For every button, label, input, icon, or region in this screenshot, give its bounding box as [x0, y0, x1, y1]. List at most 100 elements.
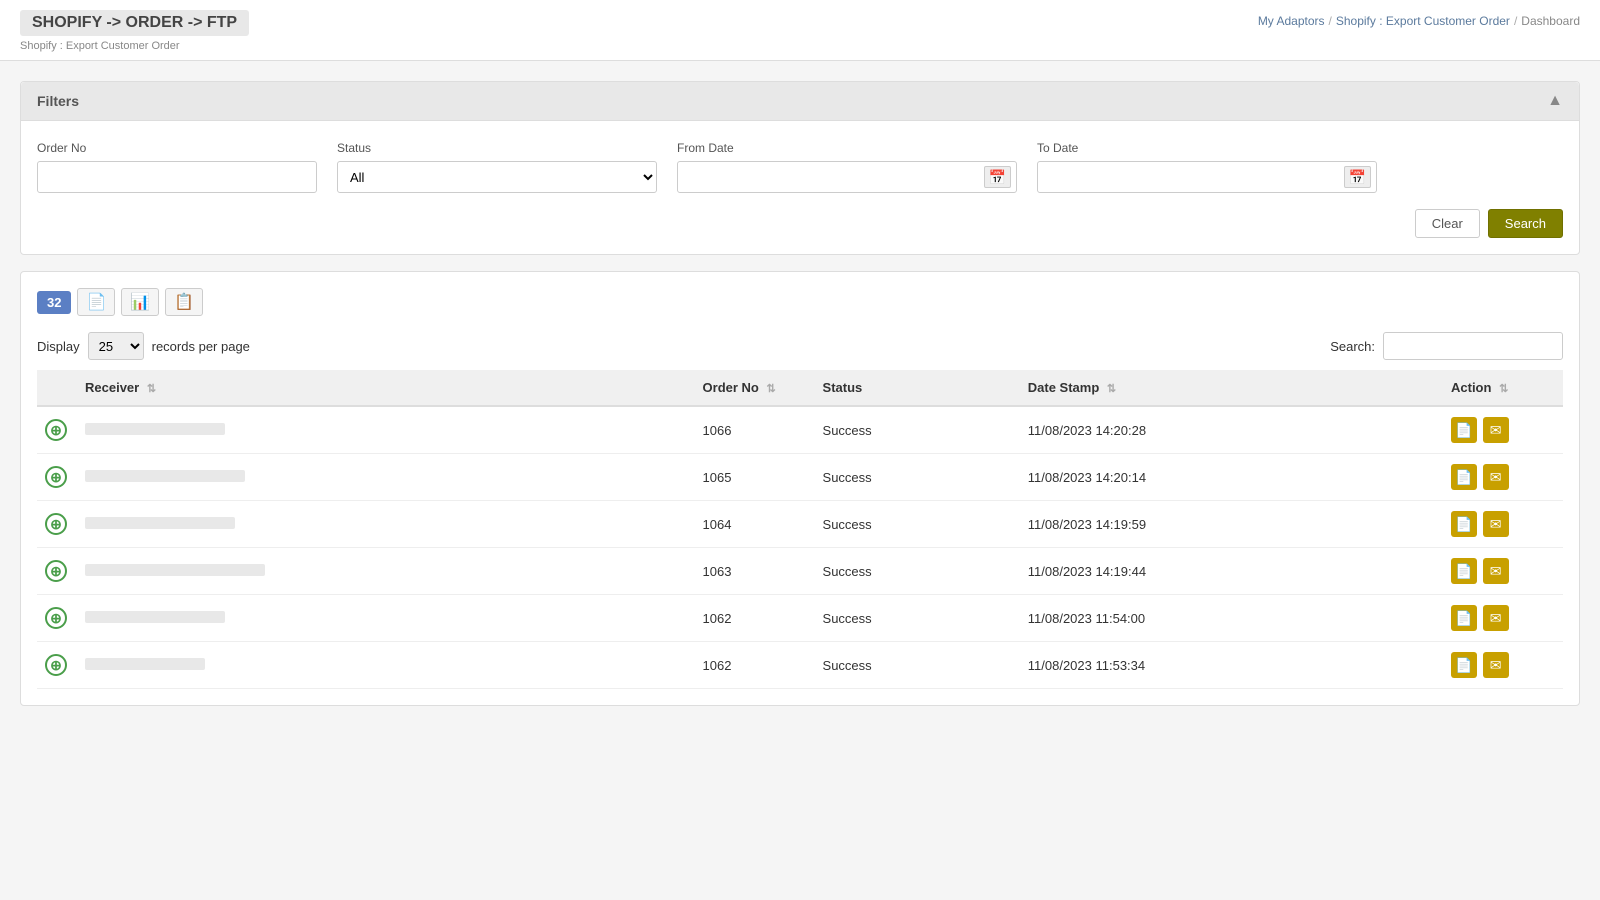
col-header-receiver[interactable]: Receiver ⇅	[77, 370, 695, 406]
row-status-cell: Success	[815, 548, 1020, 595]
action-mail-button[interactable]: ✉	[1483, 605, 1509, 631]
action-mail-button[interactable]: ✉	[1483, 464, 1509, 490]
date-stamp-value: 11/08/2023 11:54:00	[1028, 611, 1145, 626]
row-action-cell: 📄 ✉	[1443, 595, 1563, 642]
status-circle-icon: ⊕	[45, 419, 67, 441]
breadcrumb: My Adaptors / Shopify : Export Customer …	[1258, 14, 1580, 28]
status-value: Success	[823, 423, 872, 438]
records-per-page-label: records per page	[152, 339, 250, 354]
status-value: Success	[823, 658, 872, 673]
action-mail-button[interactable]: ✉	[1483, 558, 1509, 584]
order-no-label: Order No	[37, 141, 317, 155]
records-per-page-select[interactable]: 10 25 50 100	[88, 332, 144, 360]
date-stamp-sort-icon: ⇅	[1107, 383, 1116, 395]
row-date-stamp-cell: 11/08/2023 14:19:59	[1020, 501, 1443, 548]
row-status-cell: Success	[815, 595, 1020, 642]
row-status-icon-cell: ⊕	[37, 595, 77, 642]
export-csv-button[interactable]: 📋	[165, 288, 203, 316]
to-date-group: To Date 📅	[1037, 141, 1377, 193]
filters-title: Filters	[37, 93, 79, 109]
status-label: Status	[337, 141, 657, 155]
from-date-group: From Date 📅	[677, 141, 1017, 193]
table-row: ⊕ 1062 Success 11/08/2023 11:53:34 📄 ✉	[37, 642, 1563, 689]
action-file-button[interactable]: 📄	[1451, 605, 1477, 631]
col-header-icon	[37, 370, 77, 406]
to-date-label: To Date	[1037, 141, 1377, 155]
to-date-input[interactable]	[1037, 161, 1377, 193]
action-file-button[interactable]: 📄	[1451, 652, 1477, 678]
action-mail-button[interactable]: ✉	[1483, 511, 1509, 537]
filters-body: Order No Status All Success Failed Pendi…	[21, 121, 1579, 254]
breadcrumb-my-adaptors[interactable]: My Adaptors	[1258, 14, 1325, 28]
order-no-value: 1066	[703, 423, 732, 438]
page-header: SHOPIFY -> ORDER -> FTP Shopify : Export…	[0, 0, 1600, 61]
row-status-icon-cell: ⊕	[37, 454, 77, 501]
row-status-icon-cell: ⊕	[37, 406, 77, 454]
action-file-button[interactable]: 📄	[1451, 464, 1477, 490]
table-row: ⊕ 1063 Success 11/08/2023 14:19:44 📄 ✉	[37, 548, 1563, 595]
status-value: Success	[823, 470, 872, 485]
col-header-order-no[interactable]: Order No ⇅	[695, 370, 815, 406]
action-mail-button[interactable]: ✉	[1483, 652, 1509, 678]
row-receiver-cell	[77, 642, 695, 689]
table-header-row: Receiver ⇅ Order No ⇅ Status Date Stamp …	[37, 370, 1563, 406]
export-copy-button[interactable]: 📄	[77, 288, 115, 316]
export-excel-button[interactable]: 📊	[121, 288, 159, 316]
row-receiver-cell	[77, 595, 695, 642]
col-header-status: Status	[815, 370, 1020, 406]
row-action-cell: 📄 ✉	[1443, 642, 1563, 689]
status-circle-icon: ⊕	[45, 466, 67, 488]
row-date-stamp-cell: 11/08/2023 14:20:28	[1020, 406, 1443, 454]
row-order-no-cell: 1062	[695, 642, 815, 689]
breadcrumb-sep-1: /	[1329, 14, 1332, 28]
table-row: ⊕ 1064 Success 11/08/2023 14:19:59 📄 ✉	[37, 501, 1563, 548]
filters-collapse-button[interactable]: ▲	[1547, 92, 1563, 110]
row-status-cell: Success	[815, 642, 1020, 689]
clear-button[interactable]: Clear	[1415, 209, 1480, 238]
row-receiver-cell	[77, 406, 695, 454]
date-stamp-value: 11/08/2023 11:53:34	[1028, 658, 1145, 673]
action-file-button[interactable]: 📄	[1451, 558, 1477, 584]
order-no-value: 1062	[703, 611, 732, 626]
breadcrumb-shopify-export[interactable]: Shopify : Export Customer Order	[1336, 14, 1510, 28]
status-group: Status All Success Failed Pending	[337, 141, 657, 193]
status-circle-icon: ⊕	[45, 560, 67, 582]
order-no-group: Order No	[37, 141, 317, 193]
action-sort-icon: ⇅	[1499, 383, 1508, 395]
col-header-action[interactable]: Action ⇅	[1443, 370, 1563, 406]
table-toolbar: 32 📄 📊 📋	[37, 288, 1563, 316]
date-stamp-value: 11/08/2023 14:19:59	[1028, 517, 1146, 532]
row-action-cell: 📄 ✉	[1443, 548, 1563, 595]
from-date-wrap: 📅	[677, 161, 1017, 193]
filters-header: Filters ▲	[21, 82, 1579, 121]
breadcrumb-current: Dashboard	[1521, 14, 1580, 28]
to-date-calendar-icon[interactable]: 📅	[1344, 166, 1371, 188]
row-receiver-cell	[77, 501, 695, 548]
filter-actions: Clear Search	[37, 209, 1563, 238]
action-file-button[interactable]: 📄	[1451, 417, 1477, 443]
status-circle-icon: ⊕	[45, 654, 67, 676]
from-date-calendar-icon[interactable]: 📅	[984, 166, 1011, 188]
status-circle-icon: ⊕	[45, 513, 67, 535]
row-order-no-cell: 1065	[695, 454, 815, 501]
order-no-input[interactable]	[37, 161, 317, 193]
search-button[interactable]: Search	[1488, 209, 1563, 238]
row-order-no-cell: 1062	[695, 595, 815, 642]
row-order-no-cell: 1064	[695, 501, 815, 548]
table-search-input[interactable]	[1383, 332, 1563, 360]
to-date-wrap: 📅	[1037, 161, 1377, 193]
table-controls: Display 10 25 50 100 records per page Se…	[37, 332, 1563, 360]
row-receiver-cell	[77, 548, 695, 595]
receiver-sort-icon: ⇅	[147, 383, 156, 395]
receiver-value	[85, 423, 225, 435]
row-date-stamp-cell: 11/08/2023 14:20:14	[1020, 454, 1443, 501]
col-header-date-stamp[interactable]: Date Stamp ⇅	[1020, 370, 1443, 406]
status-select[interactable]: All Success Failed Pending	[337, 161, 657, 193]
row-action-cell: 📄 ✉	[1443, 454, 1563, 501]
from-date-input[interactable]	[677, 161, 1017, 193]
row-order-no-cell: 1066	[695, 406, 815, 454]
action-mail-button[interactable]: ✉	[1483, 417, 1509, 443]
action-file-button[interactable]: 📄	[1451, 511, 1477, 537]
order-no-value: 1062	[703, 658, 732, 673]
table-panel: 32 📄 📊 📋 Display 10 25 50 100 reco	[20, 271, 1580, 706]
